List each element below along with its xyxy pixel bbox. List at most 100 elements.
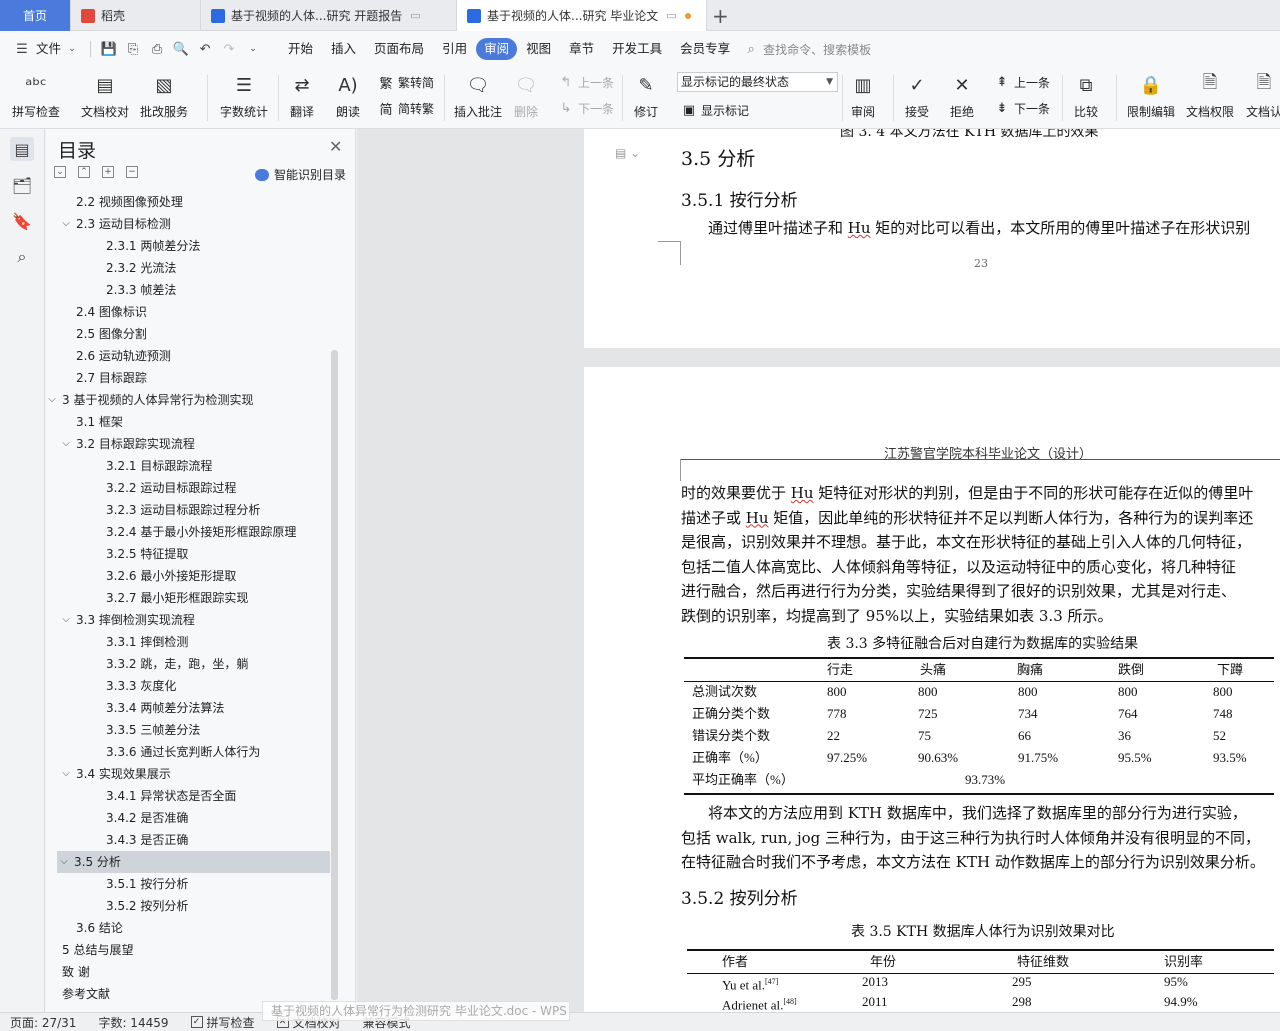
next-change-button[interactable]: ⇟ 下一条	[994, 100, 1050, 117]
chevron-down-icon[interactable]: ⌵	[59, 609, 73, 631]
undo-icon[interactable]: ↶	[197, 41, 213, 57]
toc-item[interactable]: 3.2.3 运动目标跟踪过程分析	[106, 499, 260, 521]
tab-docer[interactable]: 稻壳	[71, 0, 201, 31]
search-icon[interactable]: ⌕	[743, 41, 759, 57]
markup-mode-select[interactable]: 显示标记的最终状态 ▼	[677, 72, 838, 92]
toc-item[interactable]: ⌵ 3 基于视频的人体异常行为检测实现	[45, 389, 253, 411]
toc-scrollbar[interactable]	[331, 350, 338, 1000]
toc-item[interactable]: 3.6 结论	[76, 917, 123, 939]
doc-proof-button[interactable]: ▤ 文档校对	[81, 71, 129, 120]
chevron-down-icon[interactable]: ⌵	[59, 213, 73, 235]
reject-button[interactable]: ✕ 拒绝	[948, 71, 976, 120]
toc-item[interactable]: 3.3.2 跳，走，跑，坐，躺	[106, 653, 248, 675]
spell-error-word[interactable]: Hu	[791, 484, 814, 502]
prev-comment-button[interactable]: ↰ 上一条	[558, 74, 614, 91]
doc-cert-button[interactable]: 🗎 文档认	[1246, 71, 1280, 120]
toc-item[interactable]: 2.5 图像分割	[76, 323, 147, 345]
spellcheck-toggle[interactable]: ✓ 拼写检查	[190, 1014, 255, 1031]
toc-item[interactable]: 2.3.2 光流法	[106, 257, 176, 279]
toc-item[interactable]: 5 总结与展望	[62, 939, 133, 961]
toc-item[interactable]: 2.7 目标跟踪	[76, 367, 147, 389]
menu-start[interactable]: 开始	[279, 38, 322, 60]
toc-item[interactable]: 3.2.1 目标跟踪流程	[106, 455, 212, 477]
expand-all-icon[interactable]: ⌃	[78, 166, 90, 178]
citation-ref[interactable]: [48]	[783, 997, 796, 1006]
doc-permission-button[interactable]: 🗎 文档权限	[1186, 71, 1234, 120]
toc-item[interactable]: 2.3.3 帧差法	[106, 279, 176, 301]
spellcheck-button[interactable]: ᵃᵇᶜ 拼写检查	[12, 71, 60, 120]
customize-chevron-icon[interactable]: ⌄	[245, 41, 261, 57]
command-search-input[interactable]: 查找命令、搜索模板	[763, 41, 871, 58]
trad-to-simp-button[interactable]: 繁繁转简	[378, 74, 434, 92]
chevron-down-icon[interactable]: ⌵	[57, 851, 71, 873]
revise-button[interactable]: ✎ 修订	[632, 71, 660, 120]
toc-item[interactable]: 3.3.1 摔倒检测	[106, 631, 188, 653]
toc-panel-icon[interactable]: ▤	[10, 137, 34, 161]
toc-item[interactable]: 3.3.3 灰度化	[106, 675, 176, 697]
collapse-all-icon[interactable]: ⌄	[54, 166, 66, 178]
menu-insert[interactable]: 插入	[322, 38, 365, 60]
smart-toc-button[interactable]: 智能识别目录	[255, 166, 346, 183]
toc-item[interactable]: ⌵ 3.5 分析	[57, 851, 330, 873]
spell-error-word[interactable]: Hu	[746, 509, 769, 527]
toc-item[interactable]: 2.3.1 两帧差分法	[106, 235, 200, 257]
hamburger-icon[interactable]: ☰	[14, 41, 30, 57]
toc-item[interactable]: 2.6 运动轨迹预测	[76, 345, 171, 367]
toc-item[interactable]: 2.2 视频图像预处理	[76, 191, 183, 213]
chevron-down-icon[interactable]: ⌄	[64, 41, 80, 57]
toc-item[interactable]: 3.3.5 三帧差分法	[106, 719, 200, 741]
toc-item[interactable]: 致 谢	[62, 961, 90, 983]
screen-icon[interactable]: ▭	[410, 9, 420, 22]
simp-to-trad-button[interactable]: 简简转繁	[378, 100, 434, 118]
toc-item[interactable]: 3.2.6 最小外接矩形提取	[106, 565, 236, 587]
bookmark-icon[interactable]: 🔖	[10, 209, 34, 233]
print-icon[interactable]: ⎙	[149, 41, 165, 57]
toc-item[interactable]: 3.2.7 最小矩形框跟踪实现	[106, 587, 248, 609]
menu-section[interactable]: 章节	[560, 38, 603, 60]
screen-icon[interactable]: ▭	[666, 9, 676, 22]
toc-item[interactable]: ⌵ 2.3 运动目标检测	[59, 213, 171, 235]
redo-icon[interactable]: ↷	[221, 41, 237, 57]
toc-item[interactable]: 3.2.4 基于最小外接矩形框跟踪原理	[106, 521, 296, 543]
add-heading-icon[interactable]: +	[102, 166, 114, 178]
menu-developer[interactable]: 开发工具	[603, 38, 671, 60]
batch-service-button[interactable]: ▧ 批改服务	[140, 71, 188, 120]
compare-button[interactable]: ⧉ 比较	[1072, 71, 1100, 120]
toc-item[interactable]: ⌵ 3.4 实现效果展示	[59, 763, 171, 785]
menu-view[interactable]: 视图	[517, 38, 560, 60]
tab-home[interactable]: 首页	[0, 0, 71, 31]
toc-item[interactable]: 参考文献	[62, 983, 110, 1005]
remove-heading-icon[interactable]: −	[126, 166, 138, 178]
toc-item[interactable]: 3.3.4 两帧差分法算法	[106, 697, 224, 719]
toc-item[interactable]: ⌵ 3.2 目标跟踪实现流程	[59, 433, 195, 455]
chevron-down-icon[interactable]: ⌵	[59, 763, 73, 785]
save-icon[interactable]: 💾	[101, 41, 117, 57]
toc-item[interactable]: 3.3.6 通过长宽判断人体行为	[106, 741, 260, 763]
citation-ref[interactable]: [47]	[765, 977, 778, 986]
prev-change-button[interactable]: ⇞ 上一条	[994, 74, 1050, 91]
insert-comment-button[interactable]: 🗨 插入批注	[454, 71, 502, 120]
read-aloud-button[interactable]: A) 朗读	[334, 71, 362, 120]
review-pane-button[interactable]: ▥ 审阅	[849, 71, 877, 120]
section-nav-icon[interactable]: 🗂	[10, 173, 34, 197]
toc-item[interactable]: 3.4.3 是否正确	[106, 829, 188, 851]
word-count-button[interactable]: ☰ 字数统计	[220, 71, 268, 120]
toc-item[interactable]: ⌵ 3.3 摔倒检测实现流程	[59, 609, 195, 631]
restrict-edit-button[interactable]: 🔒 限制编辑	[1127, 71, 1175, 120]
accept-button[interactable]: ✓ 接受	[903, 71, 931, 120]
menu-review[interactable]: 审阅	[476, 38, 518, 60]
print-preview-icon[interactable]: 🔍	[173, 41, 189, 57]
translate-button[interactable]: ⇄ 翻译	[288, 71, 316, 120]
toc-item[interactable]: 3.2.5 特征提取	[106, 543, 188, 565]
toc-item[interactable]: 2.4 图像标识	[76, 301, 147, 323]
spell-error-word[interactable]: Hu	[848, 219, 871, 237]
export-icon[interactable]: ⎘	[125, 41, 141, 57]
close-icon[interactable]: ✕	[329, 137, 342, 156]
menu-member[interactable]: 会员专享	[671, 38, 739, 60]
delete-comment-button[interactable]: 🗨 删除	[512, 71, 540, 120]
toc-item[interactable]: 3.1 框架	[76, 411, 123, 433]
toc-item[interactable]: 3.5.2 按列分析	[106, 895, 188, 917]
toc-item[interactable]: 3.5.1 按行分析	[106, 873, 188, 895]
toc-item[interactable]: 3.2.2 运动目标跟踪过程	[106, 477, 236, 499]
menu-page-layout[interactable]: 页面布局	[365, 38, 433, 60]
